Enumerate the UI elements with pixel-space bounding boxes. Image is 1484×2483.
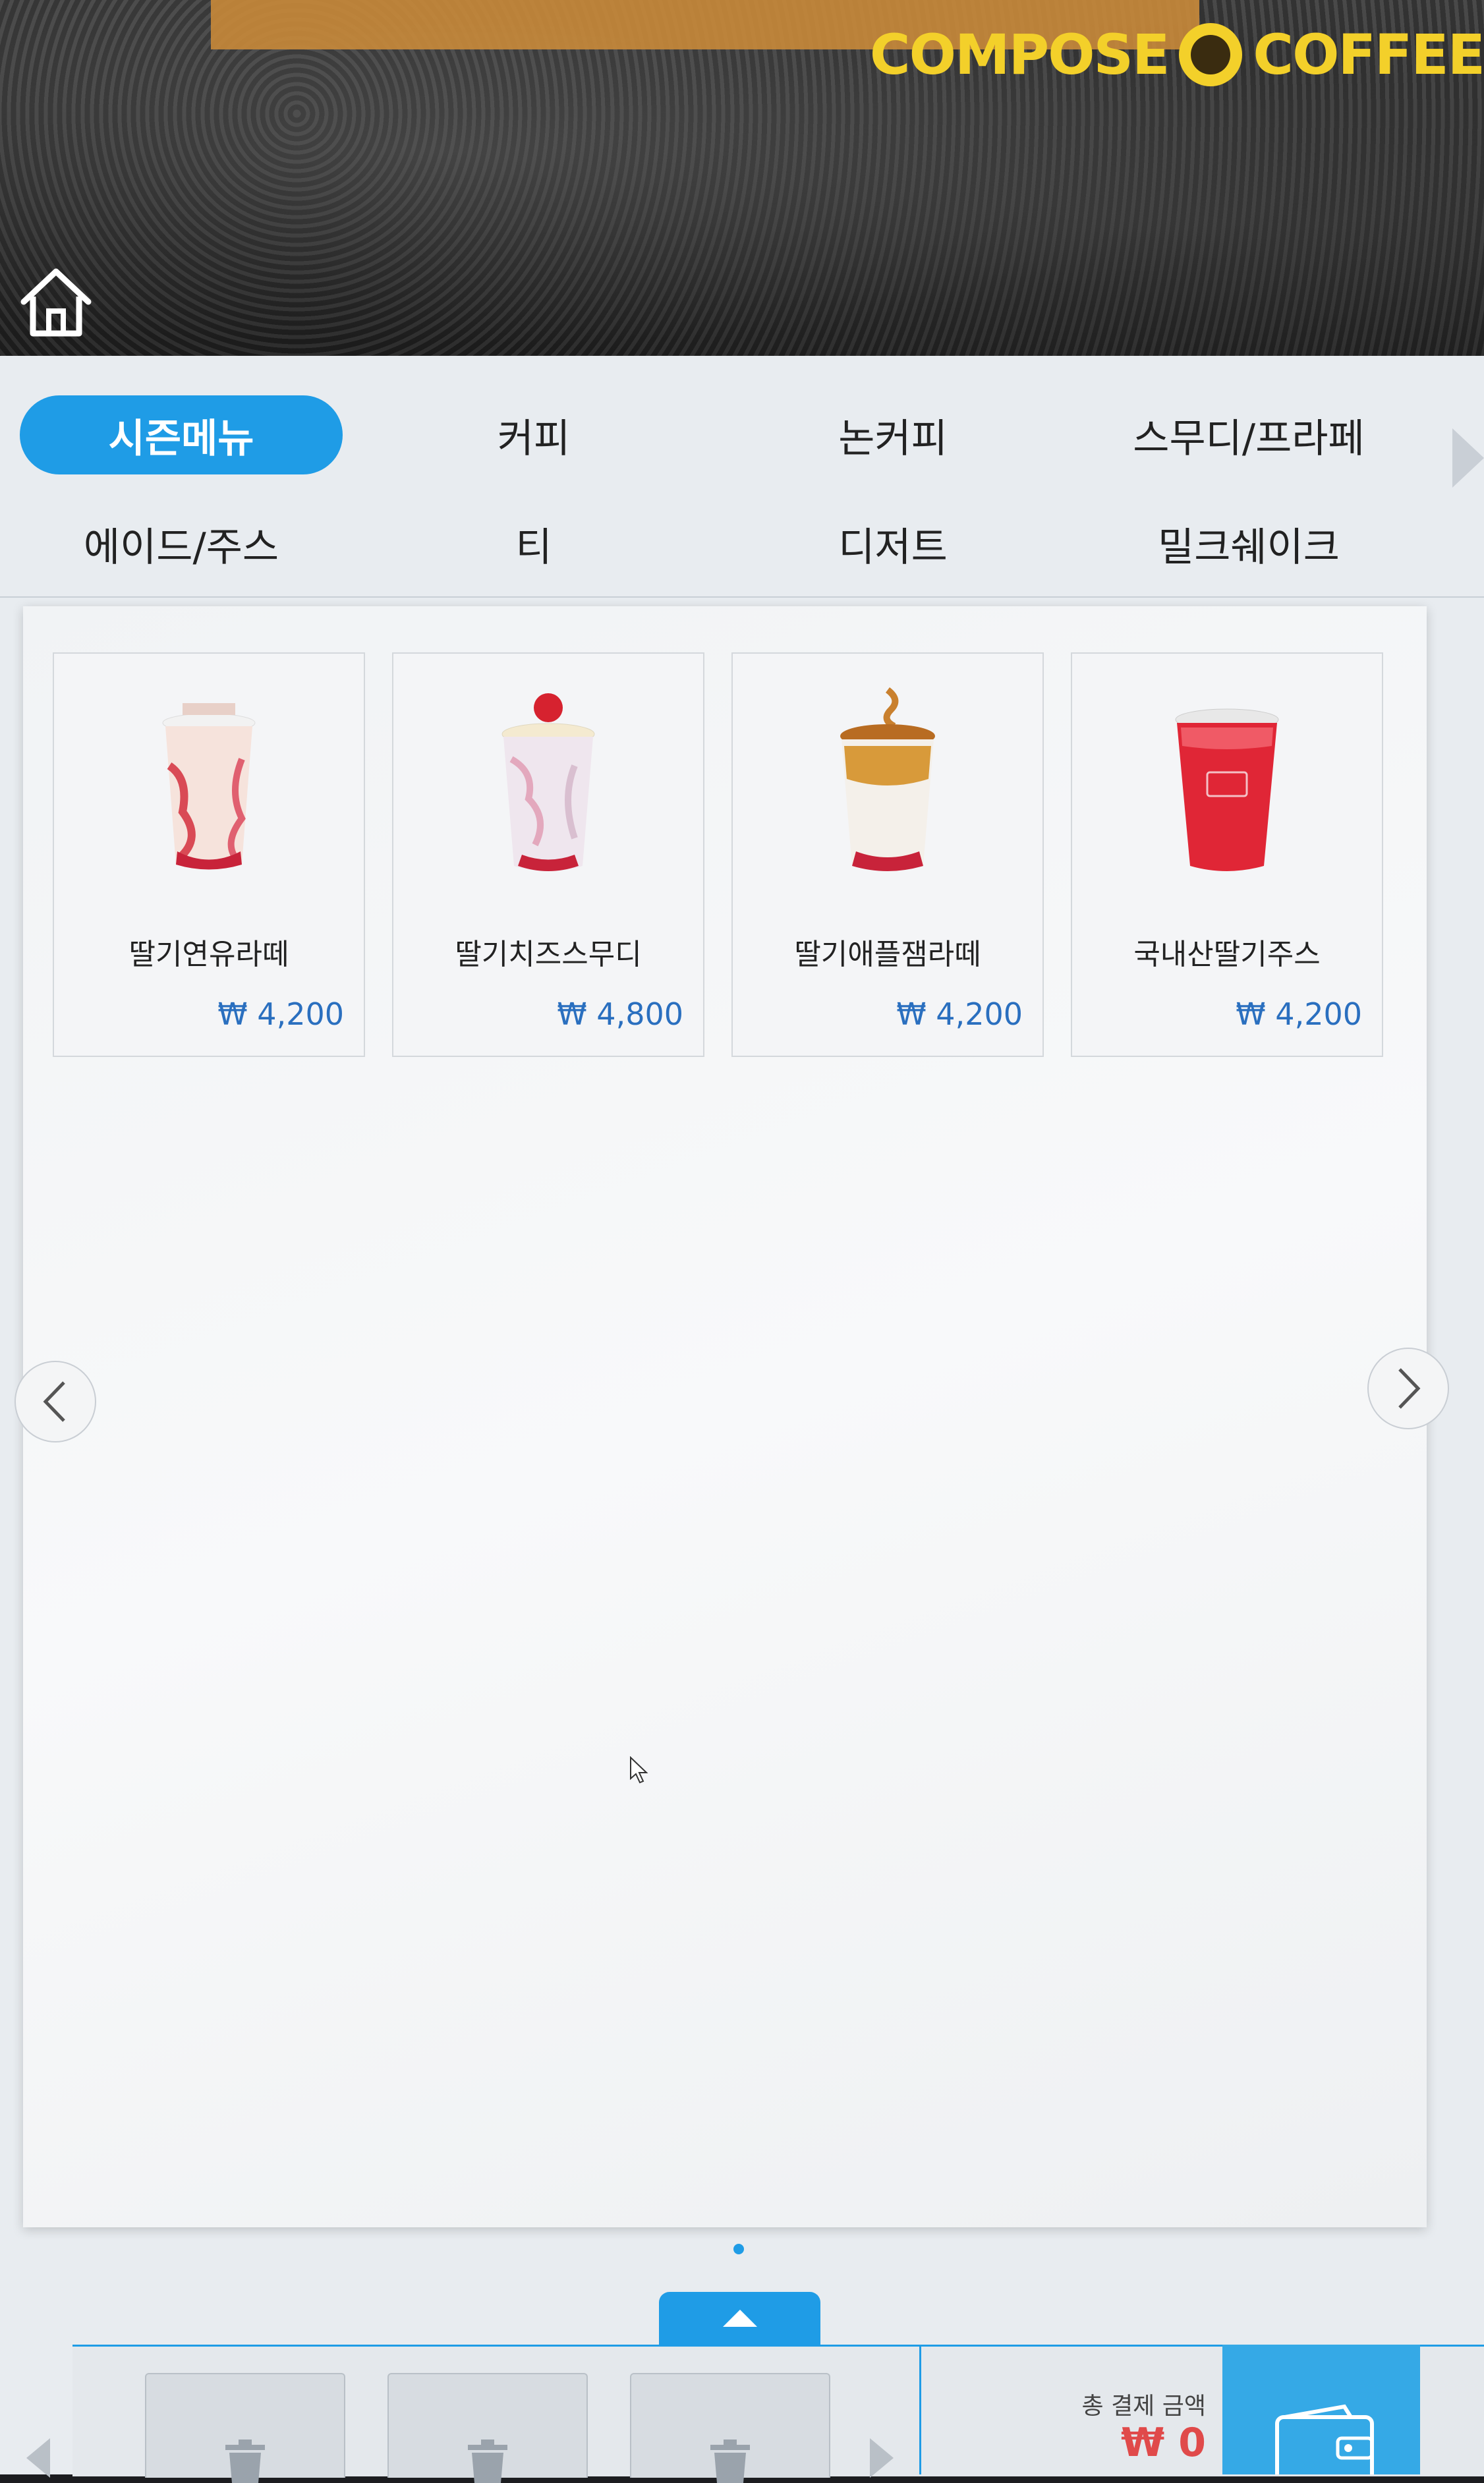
- tab-smoothie-frappe[interactable]: 스무디/프라페: [1087, 395, 1410, 474]
- home-button[interactable]: [17, 264, 95, 341]
- tab-dessert[interactable]: 디저트: [731, 504, 1054, 583]
- drink-image: [840, 687, 935, 871]
- menu-item[interactable]: 국내산딸기주스 ₩ 4,200: [1071, 652, 1383, 1057]
- logo-seal-icon: [1179, 23, 1243, 86]
- category-row-1: 시즌메뉴 커피 논커피 스무디/프라페: [0, 395, 1437, 474]
- menu-item-price: ₩ 4,200: [896, 996, 1023, 1032]
- tab-coffee[interactable]: 커피: [372, 395, 695, 474]
- tab-season-menu[interactable]: 시즌메뉴: [20, 395, 343, 474]
- pay-button[interactable]: [1222, 2345, 1420, 2474]
- trash-icon: [710, 2440, 750, 2483]
- drink-image: [162, 703, 256, 870]
- cart-expand-button[interactable]: [659, 2292, 820, 2345]
- triangle-up-icon: [722, 2310, 757, 2327]
- chevron-left-icon: [43, 1381, 65, 1422]
- trash-icon: [225, 2440, 265, 2483]
- category-divider: [0, 596, 1484, 598]
- drink-image: [1175, 708, 1279, 871]
- tray-separator: [919, 2345, 921, 2474]
- drink-image: [501, 693, 595, 871]
- logo-text-left: COMPOSE: [869, 22, 1170, 87]
- menu-item[interactable]: 딸기애플잼라떼 ₩ 4,200: [731, 652, 1044, 1057]
- next-page-button[interactable]: [1367, 1348, 1449, 1429]
- category-row-2: 에이드/주스 티 디저트 밀크쉐이크: [0, 504, 1437, 583]
- tab-ade-juice[interactable]: 에이드/주스: [20, 504, 343, 583]
- menu-item-price: ₩ 4,200: [1236, 996, 1362, 1032]
- menu-item-name: 딸기치즈스무디: [455, 938, 642, 971]
- total-label: 총 결제 금액: [1081, 2393, 1207, 2420]
- cart-slot[interactable]: [630, 2373, 830, 2483]
- cart-scroll-left-icon[interactable]: [26, 2438, 50, 2478]
- tab-non-coffee[interactable]: 논커피: [731, 395, 1054, 474]
- menu-item-price: ₩ 4,800: [557, 996, 683, 1032]
- menu-item-price: ₩ 4,200: [217, 996, 344, 1032]
- page-indicator-dot: [733, 2244, 744, 2254]
- logo-text-right: COFFEE: [1253, 22, 1484, 87]
- menu-item-name: 국내산딸기주스: [1133, 938, 1321, 971]
- category-next-arrow-icon[interactable]: [1452, 428, 1484, 488]
- wallet-icon: [1275, 2404, 1374, 2474]
- tab-milkshake[interactable]: 밀크쉐이크: [1087, 504, 1410, 583]
- tab-tea[interactable]: 티: [372, 504, 695, 583]
- menu-item[interactable]: 딸기연유라떼 ₩ 4,200: [53, 652, 365, 1057]
- menu-board: 딸기연유라떼 ₩ 4,200 딸기치즈스무디 ₩ 4,800 딸기애플잼라떼 ₩…: [23, 606, 1427, 2227]
- cart-slot[interactable]: [387, 2373, 588, 2483]
- menu-item-name: 딸기연유라떼: [128, 938, 289, 971]
- trash-icon: [468, 2440, 507, 2483]
- cart-slot[interactable]: [145, 2373, 345, 2483]
- prev-page-button[interactable]: [14, 1361, 96, 1442]
- total-amount: ₩ 0: [1121, 2420, 1206, 2466]
- chevron-right-icon: [1398, 1368, 1421, 1409]
- home-icon: [20, 268, 92, 337]
- mouse-cursor-icon: [630, 1756, 648, 1784]
- menu-item[interactable]: 딸기치즈스무디 ₩ 4,800: [392, 652, 704, 1057]
- cart-scroll-right-icon[interactable]: [870, 2438, 894, 2478]
- brand-logo: COMPOSE COFFEE: [870, 18, 1484, 91]
- menu-item-name: 딸기애플잼라떼: [794, 938, 981, 971]
